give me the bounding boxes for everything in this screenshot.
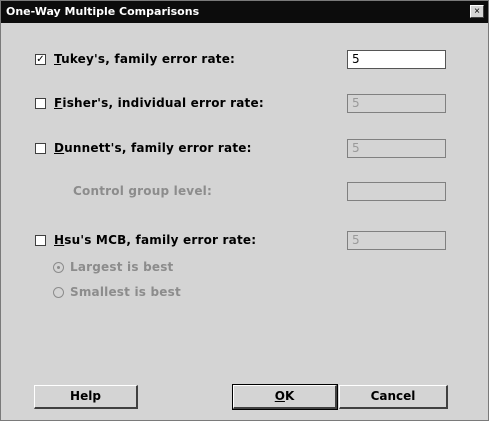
help-button[interactable]: Help bbox=[34, 385, 138, 409]
hsu-option[interactable]: Hsu's MCB, family error rate: bbox=[35, 230, 256, 250]
hsu-checkbox[interactable] bbox=[35, 234, 46, 246]
dunnett-option[interactable]: Dunnett's, family error rate: bbox=[35, 138, 252, 158]
largest-is-best-radio bbox=[53, 261, 64, 273]
tukey-label-rest: ukey's, family error rate: bbox=[61, 52, 236, 66]
ok-button[interactable]: OK bbox=[232, 384, 338, 410]
hsu-label: Hsu's MCB, family error rate: bbox=[54, 233, 256, 247]
smallest-is-best-option: Smallest is best bbox=[53, 282, 181, 302]
largest-is-best-option: Largest is best bbox=[53, 257, 174, 277]
fisher-option[interactable]: Fisher's, individual error rate: bbox=[35, 93, 264, 113]
title-bar: One-Way Multiple Comparisons × bbox=[1, 1, 488, 23]
dunnett-error-rate-input: 5 bbox=[347, 139, 446, 158]
control-group-row: Control group level: bbox=[73, 181, 212, 201]
ok-label-rest: K bbox=[284, 389, 295, 403]
cancel-button[interactable]: Cancel bbox=[339, 385, 448, 409]
largest-is-best-label: Largest is best bbox=[70, 260, 174, 274]
fisher-label: Fisher's, individual error rate: bbox=[54, 96, 264, 110]
dunnett-label-rest: unnett's, family error rate: bbox=[64, 141, 252, 155]
dunnett-label: Dunnett's, family error rate: bbox=[54, 141, 252, 155]
tukey-checkbox[interactable]: ✓ bbox=[35, 53, 46, 65]
hsu-label-accel: H bbox=[54, 233, 65, 247]
tukey-error-rate-input[interactable]: 5 bbox=[347, 50, 446, 69]
dunnett-label-accel: D bbox=[54, 141, 65, 155]
hsu-error-rate-input: 5 bbox=[347, 231, 446, 250]
window-title: One-Way Multiple Comparisons bbox=[6, 5, 200, 18]
control-group-label: Control group level: bbox=[73, 184, 212, 198]
smallest-is-best-radio bbox=[53, 286, 64, 298]
close-button[interactable]: × bbox=[470, 5, 484, 18]
tukey-label: Tukey's, family error rate: bbox=[54, 52, 235, 66]
control-group-input bbox=[347, 182, 446, 201]
fisher-checkbox[interactable] bbox=[35, 97, 46, 109]
hsu-label-rest: su's MCB, family error rate: bbox=[64, 233, 257, 247]
dunnett-checkbox[interactable] bbox=[35, 142, 46, 154]
smallest-is-best-label: Smallest is best bbox=[70, 285, 181, 299]
multiple-comparisons-dialog: One-Way Multiple Comparisons × ✓ Tukey's… bbox=[0, 0, 489, 421]
fisher-label-rest: isher's, individual error rate: bbox=[62, 96, 264, 110]
tukey-option[interactable]: ✓ Tukey's, family error rate: bbox=[35, 49, 235, 69]
ok-label-accel: O bbox=[274, 389, 285, 403]
fisher-error-rate-input: 5 bbox=[347, 94, 446, 113]
